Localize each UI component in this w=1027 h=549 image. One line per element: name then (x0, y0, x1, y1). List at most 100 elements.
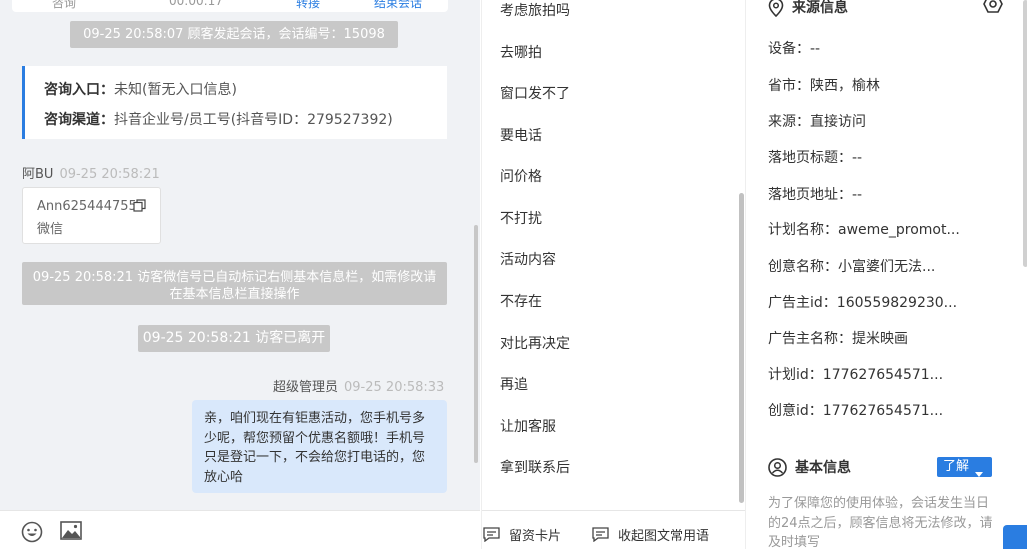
field-value: 小富婆们无法... (838, 259, 936, 275)
field-device: 设备：-- (768, 38, 820, 58)
message-list[interactable]: 咨询 00:00:17 转接 结束会话 09-25 20:58:07 顾客发起会… (0, 0, 470, 510)
consult-entry-value: 未知(暂无入口信息) (114, 82, 237, 98)
consult-channel-value: 抖音企业号/员工号(抖音号ID：279527392) (114, 112, 393, 128)
floating-action-button[interactable] (1003, 525, 1027, 549)
phrase-item[interactable]: 不打扰 (500, 208, 542, 228)
phrase-item[interactable]: 再追 (500, 374, 528, 394)
session-header-card: 咨询 00:00:17 转接 结束会话 (12, 0, 448, 12)
consult-info-card: 咨询入口：未知(暂无入口信息) 咨询渠道：抖音企业号/员工号(抖音号ID：279… (22, 66, 447, 139)
consult-channel-label: 咨询渠道： (44, 112, 114, 128)
collapse-phrases-button[interactable]: 收起图文常用语 (592, 525, 709, 544)
session-label: 咨询 (52, 0, 77, 10)
field-advertiser-id: 广告主id：160559829230... (768, 292, 957, 312)
user-icon (768, 457, 787, 477)
field-value: aweme_promot... (838, 222, 960, 238)
field-label: 设备： (768, 41, 810, 57)
system-message-visitor-left: 09-25 20:58:21 访客已离开 (138, 325, 330, 352)
lead-card-button[interactable]: 留资卡片 (483, 525, 561, 544)
field-value: 提米映画 (852, 331, 908, 347)
message-time: 09-25 20:58:21 (59, 167, 160, 182)
info-scrollbar[interactable] (1023, 0, 1027, 267)
phrase-item[interactable]: 问价格 (500, 166, 542, 186)
learn-more-dropdown[interactable]: 了解 (937, 457, 992, 477)
customer-info-panel: 来源信息 设备：-- 省市：陕西，榆林 来源：直接访问 落地页标题：-- 落地页… (745, 0, 1027, 549)
phrase-item[interactable]: 不存在 (500, 291, 542, 311)
consult-channel-row: 咨询渠道：抖音企业号/员工号(抖音号ID：279527392) (44, 109, 393, 129)
consult-entry-row: 咨询入口：未知(暂无入口信息) (44, 79, 237, 99)
message-icon (592, 527, 609, 542)
end-session-link[interactable]: 结束会话 (374, 0, 422, 11)
info-edit-notice: 为了保障您的使用体验，会话发生当日的24点之后，顾客信息将无法修改，请及时填写 (768, 496, 993, 549)
field-value: 177627654571... (822, 403, 944, 419)
session-duration: 00:00:17 (169, 0, 223, 8)
phrase-item[interactable]: 拿到联系后 (500, 457, 570, 477)
agent-message-bubble: 亲，咱们现在有钜惠活动，您手机号多少呢，帮您预留个优惠名额哦！手机号只是登记一下… (192, 400, 447, 493)
basic-info-header: 基本信息 (768, 457, 851, 477)
collapse-phrases-label: 收起图文常用语 (618, 529, 710, 544)
field-advertiser-name: 广告主名称：提米映画 (768, 328, 908, 348)
field-creative-name: 创意名称：小富婆们无法... (768, 256, 935, 276)
sender-name: 阿BU (22, 167, 54, 182)
field-label: 来源： (768, 114, 810, 130)
phrase-item[interactable]: 让加客服 (500, 416, 556, 436)
message-sender-agent: 超级管理员 09-25 20:58:33 (273, 376, 444, 395)
field-value: -- (852, 150, 863, 166)
phrase-item[interactable]: 要电话 (500, 125, 542, 145)
field-plan-name: 计划名称：aweme_promot... (768, 219, 960, 239)
lead-card-label: 留资卡片 (509, 529, 562, 544)
field-label: 创意id： (768, 403, 823, 419)
field-label: 创意名称： (768, 259, 838, 275)
phrases-toolbar: 留资卡片 收起图文常用语 (482, 510, 745, 549)
card-icon (483, 527, 500, 542)
field-value: -- (852, 187, 863, 203)
field-label: 计划名称： (768, 222, 838, 238)
consult-entry-label: 咨询入口： (44, 82, 114, 98)
wechat-id: Ann625444755 (37, 199, 137, 214)
system-message-auto-mark: 09-25 20:58:21 访客微信号已自动标记右侧基本信息栏，如需修改请在基… (22, 262, 447, 305)
message-time: 09-25 20:58:33 (344, 380, 445, 395)
phrase-item[interactable]: 对比再决定 (500, 333, 570, 353)
field-label: 广告主名称： (768, 331, 852, 347)
field-creative-id: 创意id：177627654571... (768, 400, 943, 420)
system-message-session-start: 09-25 20:58:07 顾客发起会话，会话编号：15098 (70, 21, 398, 48)
copy-icon[interactable] (133, 199, 146, 216)
field-source: 来源：直接访问 (768, 111, 866, 131)
field-label: 广告主id： (768, 295, 837, 311)
field-value: -- (810, 41, 821, 57)
chat-workspace: 咨询 00:00:17 转接 结束会话 09-25 20:58:07 顾客发起会… (0, 0, 1027, 549)
field-label: 省市： (768, 78, 810, 94)
quick-phrases-panel: 考虑旅拍吗 去哪拍 窗口发不了 要电话 问价格 不打扰 活动内容 不存在 对比再… (481, 0, 745, 549)
field-plan-id: 计划id：177627654571... (768, 364, 943, 384)
wechat-label: 微信 (37, 222, 64, 237)
caret-down-icon (975, 464, 983, 484)
emoji-icon[interactable] (21, 521, 43, 547)
image-icon[interactable] (60, 521, 82, 545)
phrase-item[interactable]: 考虑旅拍吗 (500, 0, 570, 20)
learn-more-label: 了解 (943, 459, 970, 474)
field-province-city: 省市：陕西，榆林 (768, 75, 880, 95)
phrase-item[interactable]: 活动内容 (500, 249, 556, 269)
chat-scrollbar[interactable] (474, 225, 478, 463)
field-value: 陕西，榆林 (810, 78, 880, 94)
sender-name: 超级管理员 (273, 380, 339, 395)
field-label: 落地页地址： (768, 187, 852, 203)
basic-info-title: 基本信息 (795, 460, 851, 476)
source-info-title: 来源信息 (792, 0, 848, 16)
settings-icon[interactable] (983, 0, 1003, 17)
field-value: 160559829230... (836, 295, 958, 311)
message-sender-visitor: 阿BU 09-25 20:58:21 (22, 163, 160, 182)
field-label: 计划id： (768, 367, 823, 383)
field-value: 177627654571... (822, 367, 944, 383)
source-info-header: 来源信息 (768, 0, 848, 17)
phrase-item[interactable]: 窗口发不了 (500, 83, 570, 103)
wechat-card[interactable]: Ann625444755 微信 (22, 187, 161, 244)
phrase-item[interactable]: 去哪拍 (500, 42, 542, 62)
field-value: 直接访问 (810, 114, 866, 130)
field-label: 落地页标题： (768, 150, 852, 166)
input-toolbar (0, 510, 480, 549)
field-landing-title: 落地页标题：-- (768, 147, 862, 167)
location-pin-icon (768, 0, 784, 17)
phrases-scrollbar[interactable] (739, 193, 744, 503)
transfer-link[interactable]: 转接 (296, 0, 320, 11)
field-landing-url: 落地页地址：-- (768, 184, 862, 204)
